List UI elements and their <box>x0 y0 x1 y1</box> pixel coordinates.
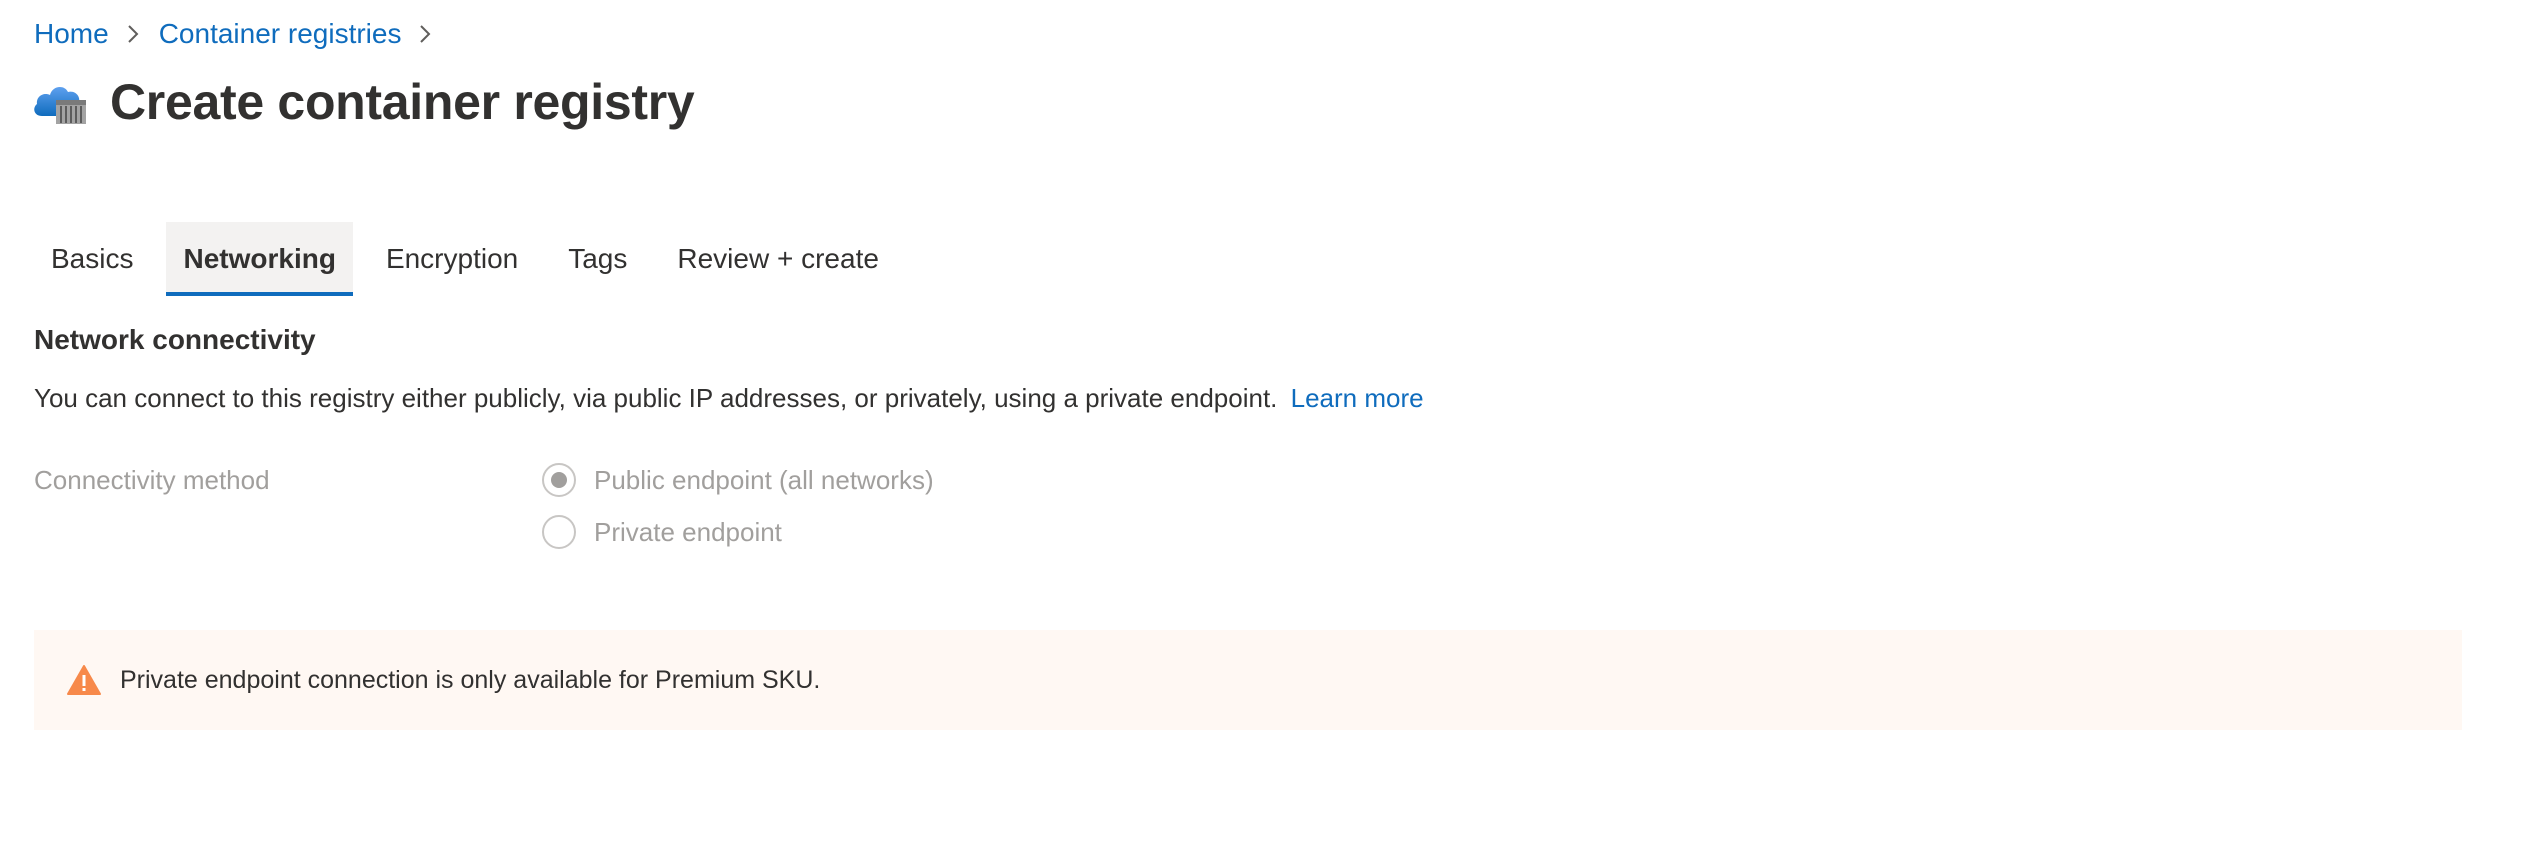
radio-private-endpoint[interactable]: Private endpoint <box>542 506 934 558</box>
tab-basics[interactable]: Basics <box>34 222 150 296</box>
warning-triangle-icon <box>67 665 101 695</box>
tab-encryption[interactable]: Encryption <box>369 222 535 296</box>
chevron-right-icon <box>417 19 435 49</box>
connectivity-method-label: Connectivity method <box>34 465 270 495</box>
breadcrumb: Home Container registries <box>34 16 451 52</box>
warning-banner: Private endpoint connection is only avai… <box>34 630 2462 730</box>
radio-dot <box>551 472 567 488</box>
description-text: You can connect to this registry either … <box>34 383 1278 413</box>
page-title: Create container registry <box>110 74 695 130</box>
learn-more-link[interactable]: Learn more <box>1291 383 1424 413</box>
section-description: You can connect to this registry either … <box>34 380 1424 416</box>
section-heading: Network connectivity <box>34 324 316 355</box>
container-registry-icon <box>34 86 86 124</box>
radio-public-endpoint[interactable]: Public endpoint (all networks) <box>542 454 934 506</box>
tab-bar: Basics Networking Encryption Tags Review… <box>34 222 912 296</box>
page-header: Create container registry <box>30 70 695 134</box>
chevron-right-icon <box>125 19 143 49</box>
create-registry-page: Home Container registries Create contain… <box>0 0 2542 848</box>
warning-text: Private endpoint connection is only avai… <box>120 666 821 694</box>
tab-review-create[interactable]: Review + create <box>660 222 896 296</box>
breadcrumb-home-link[interactable]: Home <box>34 16 109 52</box>
tab-tags[interactable]: Tags <box>551 222 644 296</box>
tab-networking[interactable]: Networking <box>166 222 354 296</box>
radio-label-public-endpoint: Public endpoint (all networks) <box>594 465 934 495</box>
radio-button-selected[interactable] <box>542 463 576 497</box>
radio-label-private-endpoint: Private endpoint <box>594 517 782 547</box>
breadcrumb-container-registries-link[interactable]: Container registries <box>159 16 402 52</box>
radio-button-unselected[interactable] <box>542 515 576 549</box>
connectivity-method-radio-group: Public endpoint (all networks) Private e… <box>542 454 934 558</box>
